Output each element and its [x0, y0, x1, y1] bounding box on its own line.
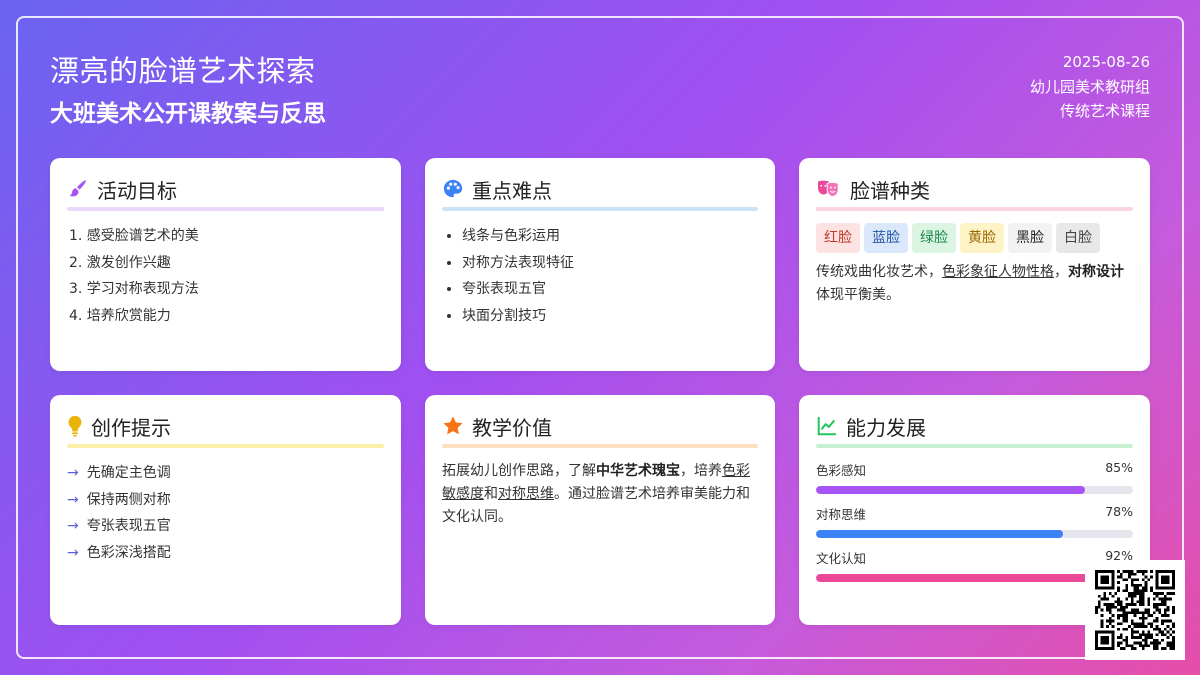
date-text: 2025-08-26 [1062, 53, 1150, 71]
card-goals-divider [67, 207, 384, 211]
chart-line-icon [816, 415, 838, 437]
theater-masks-icon [816, 178, 842, 200]
progress-fill [816, 574, 1108, 582]
card-value-divider [442, 444, 758, 448]
arrow-right-icon: → [67, 545, 79, 562]
card-tips-title: 创作提示 [91, 415, 171, 440]
face-type-tags: 红脸 蓝脸 绿脸 黄脸 黑脸 白脸 [816, 223, 1133, 253]
card-types-divider [816, 207, 1133, 211]
goals-list: 1. 感受脸谱艺术的美 2. 激发创作兴趣 3. 学习对称表现方法 4. 培养欣… [67, 223, 384, 330]
progress-fill [816, 486, 1086, 494]
tag-red-face: 红脸 [816, 223, 860, 253]
progress-track [816, 486, 1133, 494]
progress-value: 78% [1105, 504, 1133, 519]
tag-green-face: 绿脸 [912, 223, 956, 253]
list-item: 对称方法表现特征 [462, 250, 758, 277]
tips-list: → 先确定主色调 → 保持两侧对称 → 夸张表现五官 → 色彩深浅搭配 [67, 460, 384, 567]
progress-color-perception: 色彩感知 85% [816, 460, 1133, 494]
group-text: 幼儿园美术教研组 [1029, 77, 1150, 96]
arrow-right-icon: → [67, 465, 79, 481]
card-keypoints: 重点难点 线条与色彩运用 对称方法表现特征 夸张表现五官 块面分割技巧 [425, 158, 775, 371]
palette-icon [442, 178, 464, 200]
lightbulb-icon [67, 415, 83, 437]
list-item: 3. 学习对称表现方法 [69, 281, 199, 298]
progress-symmetry-thinking: 对称思维 78% [816, 504, 1133, 538]
tag-white-face: 白脸 [1056, 223, 1100, 253]
desc-bold: 对称设计 [1068, 264, 1124, 280]
list-item: 4. 培养欣赏能力 [69, 308, 171, 325]
list-item: → 保持两侧对称 [67, 487, 384, 514]
course-text: 传统艺术课程 [1059, 102, 1150, 120]
card-types-title: 脸谱种类 [850, 178, 930, 203]
progress-label: 色彩感知 [816, 463, 867, 478]
qr-code [1085, 560, 1185, 660]
para-text: 拓展幼儿创作思路，了解 [442, 463, 596, 479]
list-item: → 色彩深浅搭配 [67, 540, 384, 567]
arrow-right-icon: → [67, 518, 79, 535]
tag-blue-face: 蓝脸 [864, 223, 908, 253]
card-tips: 创作提示 → 先确定主色调 → 保持两侧对称 → 夸张表现五官 → 色彩深浅搭配 [50, 395, 401, 625]
desc-text: ， [1054, 264, 1068, 280]
list-item: 块面分割技巧 [462, 303, 758, 330]
card-keypoints-title: 重点难点 [472, 178, 552, 203]
value-paragraph: 拓展幼儿创作思路，了解中华艺术瑰宝，培养色彩敏感度和对称思维。通过脸谱艺术培养审… [442, 460, 758, 529]
paintbrush-icon [67, 178, 89, 200]
page-subtitle: 大班美术公开课教案与反思 [50, 101, 326, 127]
qr-code-image [1095, 570, 1175, 650]
progress-value: 85% [1105, 460, 1133, 475]
para-bold: 中华艺术瑰宝 [596, 463, 680, 479]
card-ability-title: 能力发展 [846, 415, 926, 440]
list-item-text: 夸张表现五官 [86, 518, 171, 535]
para-text: ，培养 [680, 463, 722, 479]
card-types: 脸谱种类 红脸 蓝脸 绿脸 黄脸 黑脸 白脸 传统戏曲化妆艺术，色彩象征人物性格… [799, 158, 1150, 371]
desc-text: 传统戏曲化妆艺术， [816, 264, 942, 280]
list-item-text: 保持两侧对称 [86, 491, 171, 508]
list-item-text: 先确定主色调 [86, 465, 171, 481]
desc-text: 体现平衡美。 [816, 287, 900, 303]
list-item-text: 色彩深浅搭配 [86, 545, 171, 562]
card-goals: 活动目标 1. 感受脸谱艺术的美 2. 激发创作兴趣 3. 学习对称表现方法 4… [50, 158, 401, 371]
progress-fill [816, 530, 1064, 538]
list-item: → 夸张表现五官 [67, 513, 384, 540]
progress-label: 文化认知 [816, 551, 867, 566]
para-text: 和 [484, 486, 498, 502]
list-item: 夸张表现五官 [462, 276, 758, 303]
para-emphasis: 对称思维 [498, 486, 554, 502]
list-item: → 先确定主色调 [67, 460, 384, 487]
list-item: 线条与色彩运用 [462, 223, 758, 250]
header-meta: 2025-08-26 幼儿园美术教研组 传统艺术课程 [1030, 50, 1150, 124]
card-keypoints-divider [442, 207, 758, 211]
star-icon [442, 415, 464, 437]
page-title: 漂亮的脸谱艺术探索 [50, 54, 316, 88]
progress-track [816, 530, 1133, 538]
progress-label: 对称思维 [816, 507, 867, 522]
tag-yellow-face: 黄脸 [960, 223, 1004, 253]
card-tips-divider [67, 444, 384, 448]
arrow-right-icon: → [67, 491, 79, 508]
desc-emphasis: 色彩象征人物性格 [942, 264, 1054, 280]
types-description: 传统戏曲化妆艺术，色彩象征人物性格，对称设计体现平衡美。 [816, 261, 1133, 307]
card-value-title: 教学价值 [472, 415, 552, 440]
card-goals-title: 活动目标 [97, 178, 177, 203]
list-item: 2. 激发创作兴趣 [69, 254, 171, 271]
card-value: 教学价值 拓展幼儿创作思路，了解中华艺术瑰宝，培养色彩敏感度和对称思维。通过脸谱… [425, 395, 775, 625]
keypoints-list: 线条与色彩运用 对称方法表现特征 夸张表现五官 块面分割技巧 [442, 223, 758, 330]
list-item: 1. 感受脸谱艺术的美 [69, 228, 199, 244]
tag-black-face: 黑脸 [1008, 223, 1052, 253]
card-ability-divider [816, 444, 1133, 448]
